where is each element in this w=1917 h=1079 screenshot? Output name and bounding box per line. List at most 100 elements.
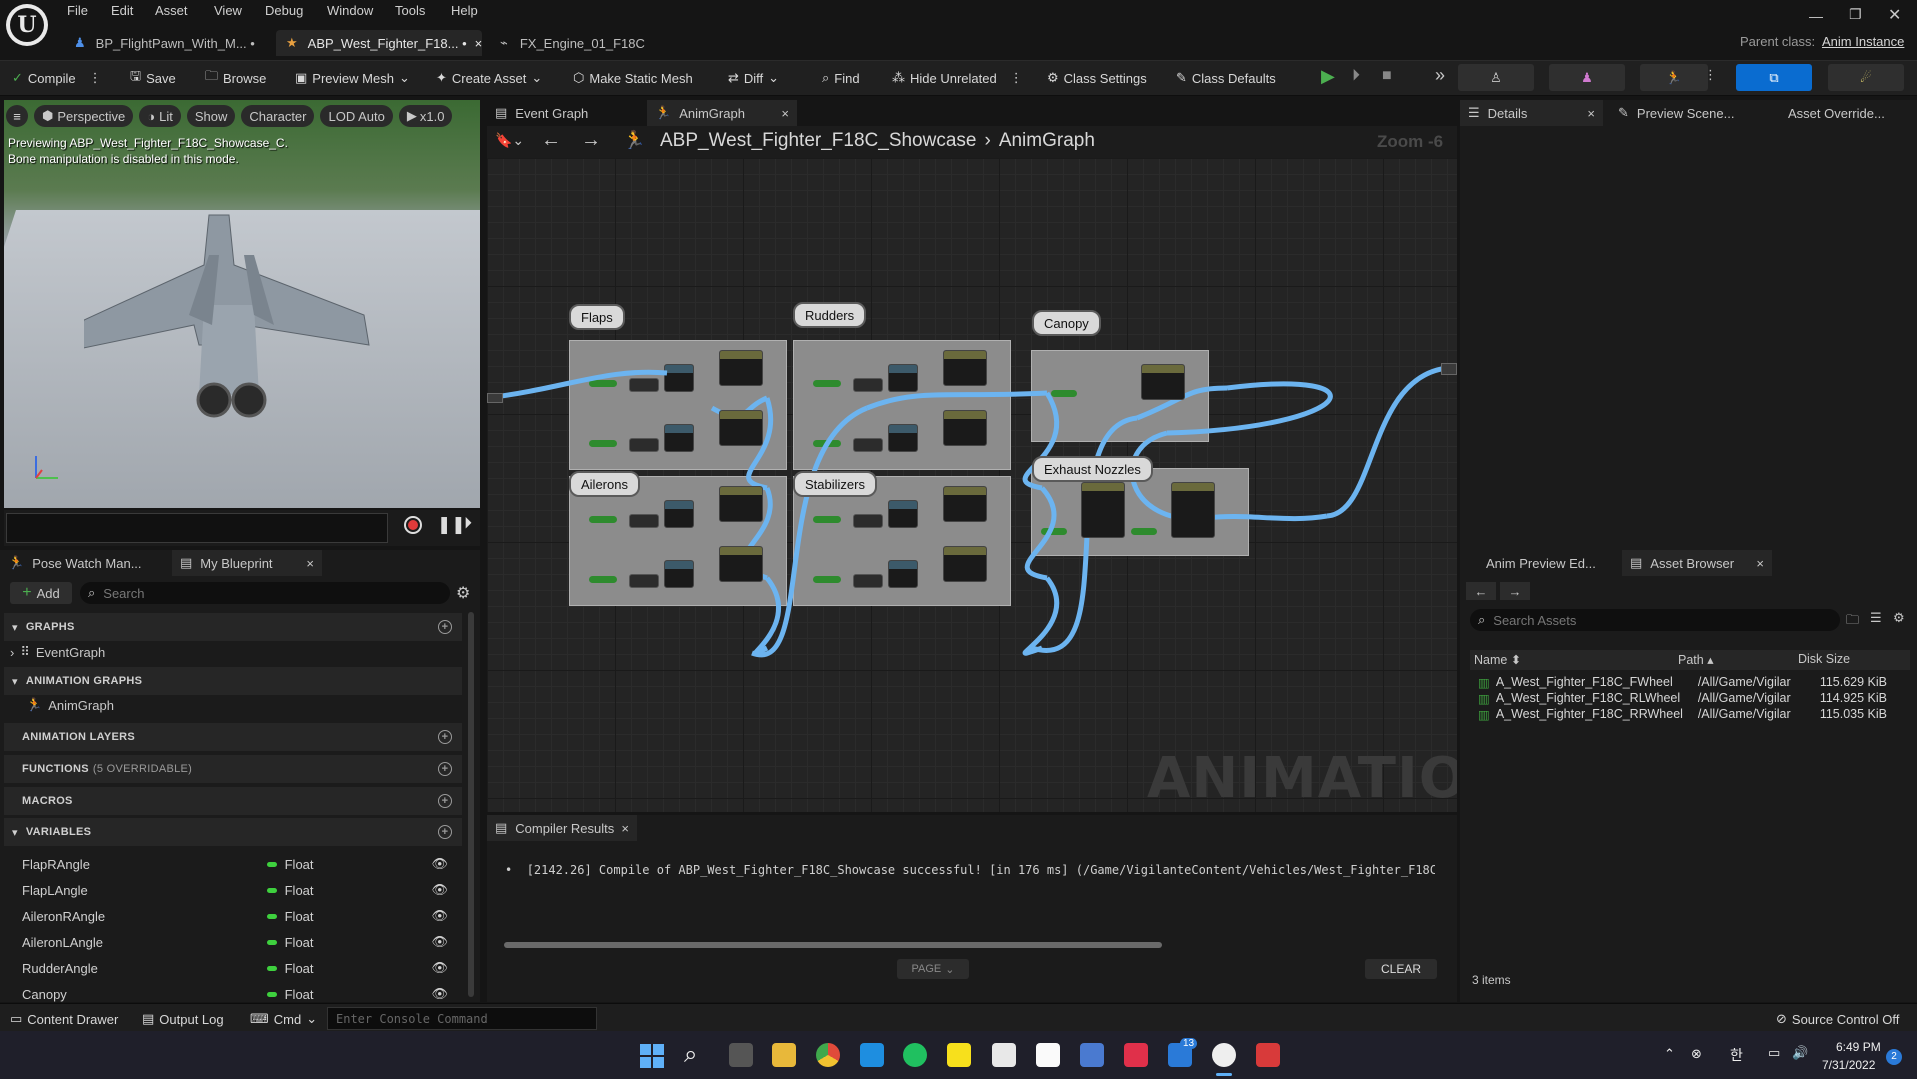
breadcrumb-current[interactable]: AnimGraph [999,130,1095,152]
app-red-icon[interactable] [1124,1043,1148,1067]
volume-icon[interactable]: 🔊 [1792,1045,1808,1061]
add-variable-icon[interactable]: + [438,825,452,839]
menu-debug[interactable]: Debug [265,3,303,18]
clock-date[interactable]: 7/31/2022 [1822,1058,1875,1072]
filter-icon[interactable]: ☰ [1870,610,1882,626]
comment-label-flaps[interactable]: Flaps [569,304,625,330]
close-icon[interactable]: × [621,821,629,836]
asset-row[interactable]: ▥ A_West_Fighter_F18C_RLWheel/All/Game/Vi… [1478,690,1908,706]
close-icon[interactable]: × [1756,556,1764,571]
find-button[interactable]: ⌕ Find [822,67,860,89]
expand-toolbar-icon[interactable]: » [1435,65,1445,86]
gear-icon[interactable]: ⚙ [1893,610,1905,626]
source-control-button[interactable]: ⊘ Source Control Off [1776,1008,1899,1030]
menu-window[interactable]: Window [327,3,373,18]
column-name[interactable]: Name ⬍ [1474,652,1521,667]
section-variables[interactable]: ▾ VARIABLES + [4,818,462,846]
tray-app-icon[interactable]: ⊗ [1691,1046,1702,1062]
unreal-logo-icon[interactable]: U [6,4,48,46]
transform-bone-node[interactable] [943,546,987,582]
transform-bone-node[interactable] [1141,364,1185,400]
unreal-engine-icon[interactable] [1212,1043,1236,1067]
pause-icon[interactable]: ❚❚ [437,515,466,535]
animation-mode-button[interactable]: 🏃 [1640,64,1708,91]
menu-asset[interactable]: Asset [155,3,188,18]
comment-label-stabilizers[interactable]: Stabilizers [793,471,877,497]
add-button[interactable]: + Add [10,582,72,604]
tab-anim-graph[interactable]: 🏃 AnimGraph × [647,100,797,126]
section-animation-graphs[interactable]: ▾ ANIMATION GRAPHS [4,667,462,695]
variable-row[interactable]: FlapRAngle Float 👁 [22,852,462,876]
column-path[interactable]: Path ▴ [1678,652,1713,667]
doc-tab-flightpawn[interactable]: ♟ BP_FlightPawn_With_M... • [64,30,272,56]
slack-icon[interactable] [992,1043,1016,1067]
column-disk-size[interactable]: Disk Size [1798,652,1850,666]
tab-event-graph[interactable]: ▤ Event Graph [487,100,647,126]
notification-count[interactable]: 2 [1886,1049,1902,1065]
app-tools-icon[interactable] [1080,1043,1104,1067]
chrome-icon[interactable] [816,1043,840,1067]
variable-row[interactable]: AileronLAngle Float 👁 [22,930,462,954]
history-back-button[interactable]: ← [1466,582,1496,600]
variable-row[interactable]: AileronRAngle Float 👁 [22,904,462,928]
tab-compiler-results[interactable]: ▤ Compiler Results × [487,815,637,841]
vscode-icon[interactable] [860,1043,884,1067]
visibility-eye-icon[interactable]: 👁 [432,934,449,950]
preview-mesh-button[interactable]: ▣ Preview Mesh ⌄ [295,67,410,89]
asset-row[interactable]: ▥ A_West_Fighter_F18C_FWheel/All/Game/Vig… [1478,674,1908,690]
menu-tools[interactable]: Tools [395,3,425,18]
comment-label-ailerons[interactable]: Ailerons [569,471,640,497]
anim-graph-canvas[interactable]: Flaps Rudders Canopy Ailerons Stabilizer… [487,158,1457,812]
clock-time[interactable]: 6:49 PM [1836,1040,1881,1054]
file-explorer-icon[interactable] [772,1043,796,1067]
blueprint-search-input[interactable]: ⌕ Search [80,582,450,604]
variable-row[interactable]: Canopy Float 👁 [22,982,462,1006]
event-graph-item[interactable]: › ⠿ EventGraph [10,644,105,660]
menu-help[interactable]: Help [451,3,478,18]
task-view-icon[interactable] [729,1043,753,1067]
add-function-icon[interactable]: + [438,762,452,776]
notion-icon[interactable] [1036,1043,1060,1067]
history-forward-button[interactable]: → [1500,582,1530,600]
close-icon[interactable]: × [306,556,314,571]
clear-button[interactable]: CLEAR [1365,959,1437,979]
asset-row[interactable]: ▥ A_West_Fighter_F18C_RRWheel/All/Game/Vi… [1478,706,1908,722]
character-button[interactable]: Character [241,105,315,127]
windows-start-icon[interactable] [640,1044,664,1068]
transform-bone-node[interactable] [943,410,987,446]
restore-icon[interactable]: ❐ [1849,6,1862,23]
comment-label-exhaust-nozzles[interactable]: Exhaust Nozzles [1032,456,1153,482]
physics-mode-button[interactable]: ☄ [1828,64,1904,91]
visibility-eye-icon[interactable]: 👁 [432,856,449,872]
step-forward-icon[interactable]: ⏵ [464,515,472,533]
transform-bone-node[interactable] [1081,482,1125,538]
close-icon[interactable]: × [475,36,483,51]
forward-arrow-icon[interactable]: → [581,129,601,152]
hamburger-menu-icon[interactable]: ≡ [6,105,28,127]
class-defaults-button[interactable]: ✎ Class Defaults [1176,67,1276,89]
minimize-icon[interactable]: — [1809,8,1823,24]
add-macro-icon[interactable]: + [438,794,452,808]
kebab-icon[interactable]: ⋮ [1704,67,1717,83]
section-animation-layers[interactable]: ANIMATION LAYERS + [4,723,462,751]
network-icon[interactable]: ▭ [1768,1045,1780,1061]
transform-bone-node[interactable] [719,350,763,386]
close-icon[interactable]: × [781,106,789,121]
variable-row[interactable]: RudderAngle Float 👁 [22,956,462,980]
lod-button[interactable]: LOD Auto [320,105,393,127]
perspective-button[interactable]: ⬢ Perspective [34,105,134,127]
tray-chevron-icon[interactable]: ⌃ [1664,1046,1675,1062]
tab-anim-preview[interactable]: Anim Preview Ed... [1460,550,1620,576]
visibility-eye-icon[interactable]: 👁 [432,908,449,924]
variable-row[interactable]: FlapLAngle Float 👁 [22,878,462,902]
add-layer-icon[interactable]: + [438,730,452,744]
mesh-mode-button[interactable]: ♟ [1549,64,1625,91]
tab-preview-scene[interactable]: ✎ Preview Scene... [1610,100,1760,126]
step-icon[interactable]: ⏵ [1352,67,1360,85]
tab-my-blueprint[interactable]: ▤ My Blueprint × [172,550,322,576]
add-graph-icon[interactable]: + [438,620,452,634]
taskbar-search-icon[interactable]: ⌕ [684,1041,697,1069]
preview-viewport[interactable]: ≡ ⬢ Perspective ◑ Lit Show Character LOD A… [4,100,480,508]
anim-graph-item[interactable]: 🏃 AnimGraph [26,697,114,713]
section-macros[interactable]: MACROS + [4,787,462,815]
